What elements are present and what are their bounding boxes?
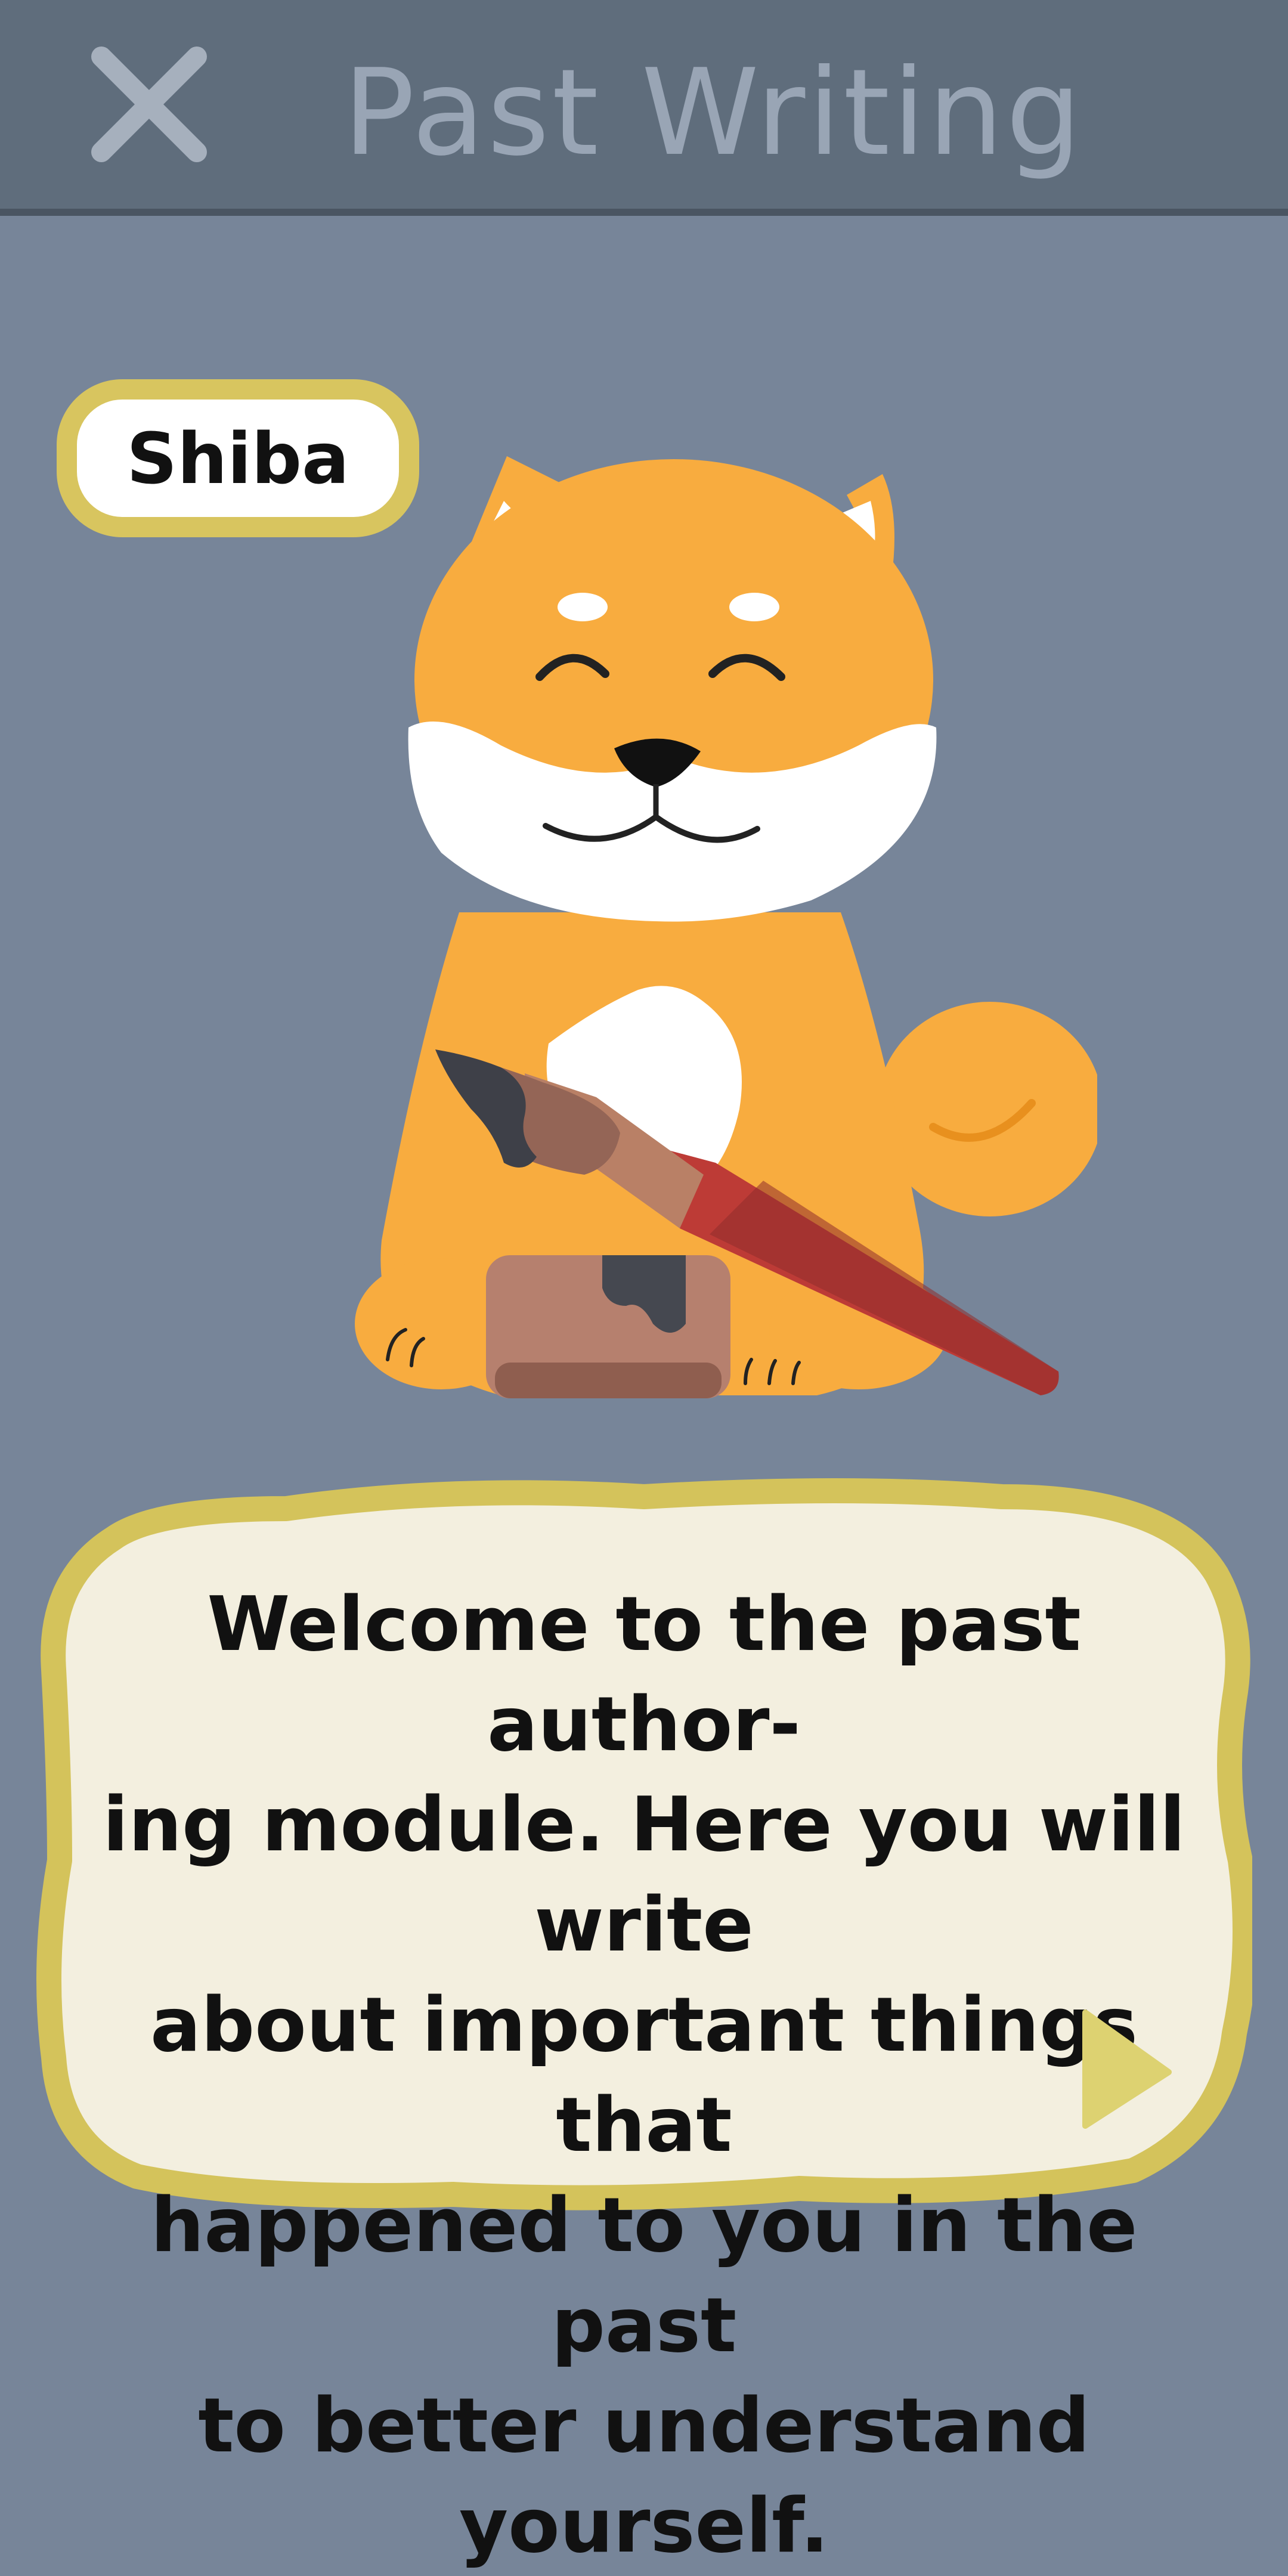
close-icon xyxy=(91,47,207,162)
top-bar: Past Writing xyxy=(0,0,1288,216)
close-button[interactable] xyxy=(83,39,215,170)
shiba-illustration xyxy=(355,456,1097,1398)
page-title: Past Writing xyxy=(343,44,1084,182)
shiba-head xyxy=(408,456,937,922)
dialog-text: Welcome to the past author- ing module. … xyxy=(103,1580,1185,2569)
play-triangle-icon xyxy=(1082,2010,1172,2129)
ink-pot xyxy=(486,1255,730,1398)
next-button[interactable] xyxy=(1079,2004,1175,2135)
character-name: Shiba xyxy=(126,417,349,500)
